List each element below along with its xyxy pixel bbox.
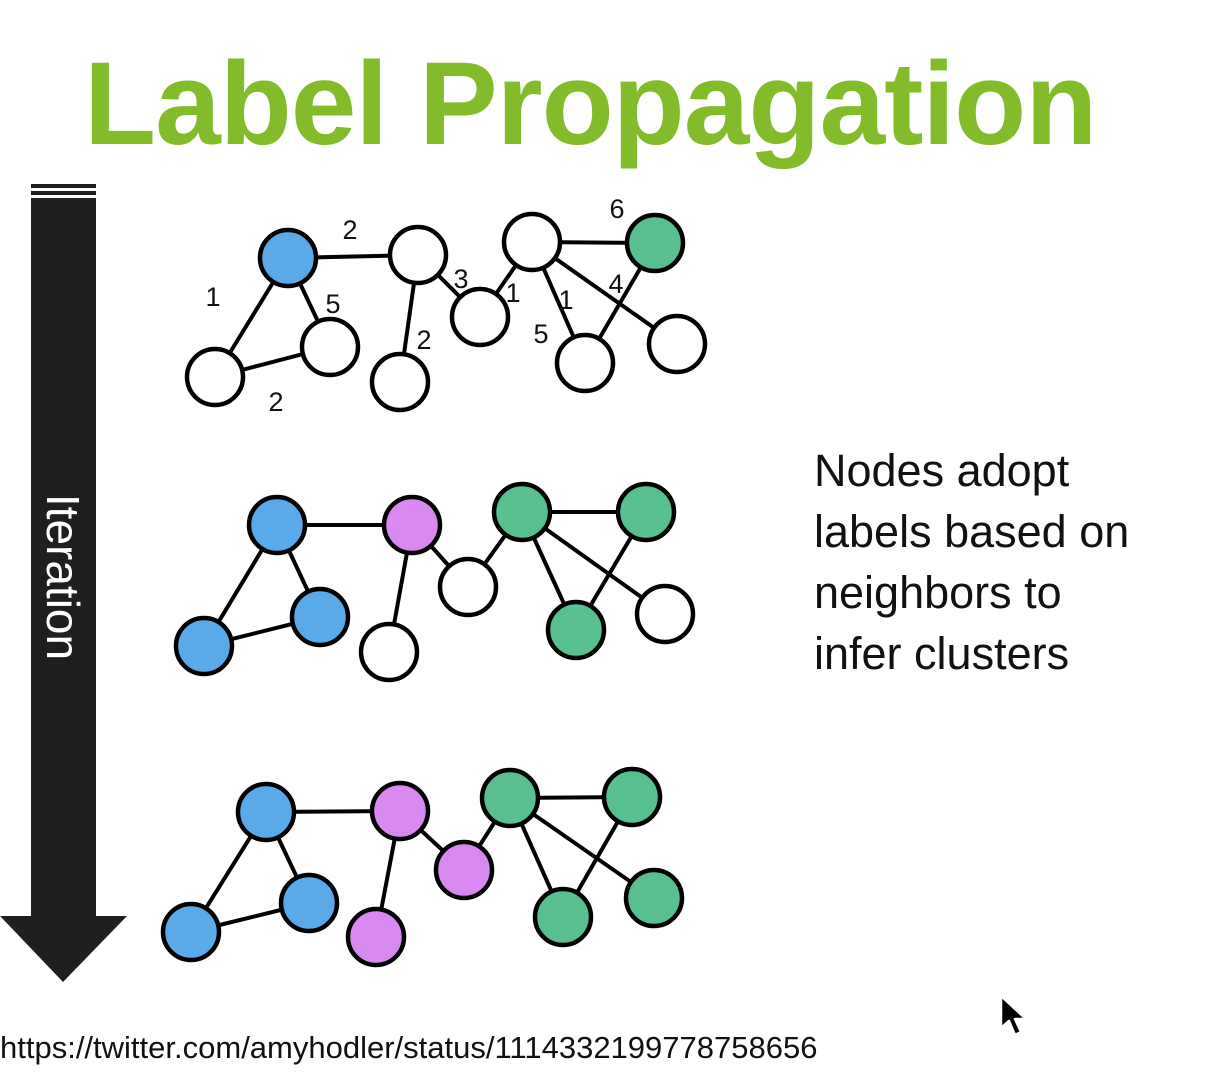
edge-weight-label: 2	[416, 325, 431, 355]
source-url: https://twitter.com/amyhodler/status/111…	[0, 1030, 818, 1065]
graph-node	[235, 781, 297, 843]
edge-weight-label: 1	[558, 285, 573, 315]
caption-line-4: infer clusters	[814, 628, 1070, 679]
graph-node	[646, 313, 708, 375]
graph-node	[257, 227, 319, 289]
graph-initial: 21 5223 16145	[184, 194, 708, 417]
graph-node	[184, 346, 246, 408]
graph-node	[554, 332, 616, 394]
edge-weight-label: 5	[533, 319, 548, 349]
graph-node	[545, 599, 607, 661]
edge-weight-label: 6	[609, 194, 624, 224]
edge-weight-label: 4	[608, 269, 623, 299]
graph-node	[278, 872, 340, 934]
graph-node	[160, 901, 222, 963]
graph-node	[501, 211, 563, 273]
graph-node	[246, 494, 308, 556]
caption-line-2: labels based on	[814, 506, 1130, 557]
caption-line-3: neighbors to	[814, 567, 1062, 618]
graph-node	[289, 586, 351, 648]
graph-node	[532, 886, 594, 948]
graph-node	[358, 621, 420, 683]
caption-line-1: Nodes adopt	[814, 445, 1070, 496]
graph-node	[491, 481, 553, 543]
graph-node	[449, 286, 511, 348]
graph-iteration-2	[160, 766, 685, 968]
graph-node	[634, 583, 696, 645]
graph-node	[369, 351, 431, 413]
caption: Nodes adopt labels based on neighbors to…	[814, 440, 1129, 684]
graph-node	[624, 212, 686, 274]
graph-node	[601, 766, 663, 828]
graph-node	[173, 615, 235, 677]
graph-node	[381, 494, 443, 556]
edge-weight-label: 1	[505, 278, 520, 308]
edge-weight-label: 3	[453, 264, 468, 294]
graph-iteration-1	[173, 481, 696, 683]
graph-node	[623, 867, 685, 929]
edge-weight-label: 2	[342, 215, 357, 245]
graph-node	[387, 224, 449, 286]
edge-weight-label: 2	[268, 387, 283, 417]
graph-node	[433, 839, 495, 901]
graph-node	[299, 316, 361, 378]
edge-weight-label: 1	[205, 282, 220, 312]
graph-node	[345, 906, 407, 968]
graph-node	[437, 556, 499, 618]
graph-node	[615, 481, 677, 543]
edge-weight-label: 5	[325, 289, 340, 319]
graph-node	[369, 780, 431, 842]
mouse-pointer-icon	[998, 994, 1032, 1045]
graph-node	[479, 767, 541, 829]
